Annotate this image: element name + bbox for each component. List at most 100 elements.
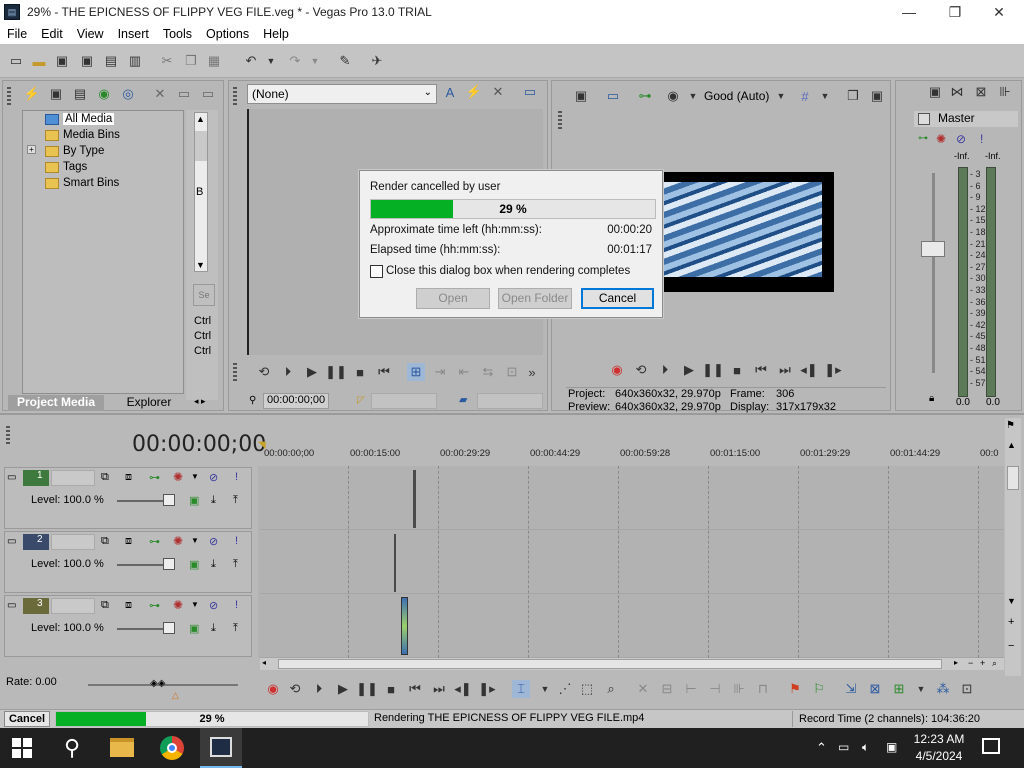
trimmer-timecode[interactable]: 00:00:00;00 — [263, 393, 329, 409]
trim-end-icon[interactable]: ⊣ — [706, 680, 724, 698]
trimmer-tool-1-icon[interactable]: ⇥ — [431, 363, 449, 381]
quality-dropdown-icon[interactable]: ▼ — [772, 87, 790, 105]
menu-insert[interactable]: Insert — [111, 27, 156, 41]
track-lane-2[interactable] — [260, 530, 1004, 594]
go-to-start-icon[interactable]: ⏮ — [375, 363, 393, 381]
zoom-tool-icon[interactable]: ⌕ — [992, 658, 997, 669]
panel-grip[interactable] — [558, 111, 562, 131]
scroll-thumb[interactable] — [1007, 466, 1019, 490]
prev-marker-icon[interactable]: ⏮ — [752, 361, 770, 379]
tree-item-all-media[interactable]: All Media — [45, 111, 115, 127]
scroll-up-icon[interactable]: ▲ — [196, 114, 205, 124]
level-slider-handle[interactable] — [163, 622, 175, 634]
video-event-2[interactable] — [394, 534, 396, 592]
gear-dropdown-icon[interactable]: ▼ — [191, 536, 199, 545]
preview-properties-icon[interactable]: ▣ — [572, 87, 590, 105]
tree-item-by-type[interactable]: By Type — [45, 143, 104, 159]
play-from-start-icon[interactable]: ⏵ — [279, 363, 297, 381]
trimmer-select-icon[interactable]: ⊞ — [407, 363, 425, 381]
file-explorer-icon[interactable] — [110, 738, 134, 757]
scroll-down-icon[interactable]: ▼ — [1007, 596, 1016, 606]
tree-item-smart-bins[interactable]: Smart Bins — [45, 175, 119, 191]
stop-icon[interactable]: ■ — [351, 363, 369, 381]
chrome-icon[interactable] — [160, 736, 184, 760]
copy-icon[interactable]: ❐ — [182, 52, 200, 70]
remove-media-icon[interactable]: ✕ — [151, 85, 169, 103]
master-solo-icon[interactable]: ! — [980, 132, 983, 146]
master-fx-icon[interactable]: ⊶ — [918, 133, 928, 144]
scroll-up-icon[interactable]: ▲ — [1007, 440, 1016, 450]
master-mix-icon[interactable]: ⊠ — [972, 83, 990, 101]
media-fx-icon[interactable]: ▭ — [199, 85, 217, 103]
web-icon[interactable]: ◉ — [95, 85, 113, 103]
menu-help[interactable]: Help — [256, 27, 296, 41]
track-header-1[interactable]: ▭ 1 ⧉ ⧈ ⊶ ✺ ▼ ⊘ ! Level: 100.0 % ▣ ⤓ ⤒ — [4, 467, 252, 529]
master-bypass-icon[interactable]: ⋈ — [948, 83, 966, 101]
overlays-icon[interactable]: ◉ — [664, 87, 682, 105]
show-hidden-icons-icon[interactable]: ⌃ — [816, 740, 827, 756]
track-mute-icon[interactable]: ⊘ — [209, 535, 218, 548]
track-gear-icon[interactable]: ✺ — [173, 470, 183, 484]
lock-icon[interactable]: ⊓ — [754, 680, 772, 698]
tree-item-tags[interactable]: Tags — [45, 159, 87, 175]
tab-project-media[interactable]: Project Media — [8, 395, 104, 411]
dropdown-arrow-icon[interactable]: ▼ — [912, 680, 930, 698]
video-event-1[interactable] — [413, 470, 416, 528]
preview-loop-icon[interactable]: ⟲ — [632, 361, 650, 379]
search-icon[interactable]: ⚲ — [58, 734, 86, 762]
preview-stop-icon[interactable]: ■ — [728, 361, 746, 379]
track-name-field[interactable] — [51, 598, 95, 614]
open-button[interactable]: Open — [416, 288, 490, 309]
preview-play-icon[interactable]: ▶ — [680, 361, 698, 379]
zoom-in-h-icon[interactable]: + — [980, 658, 985, 668]
render-as-icon[interactable]: ▤ — [102, 52, 120, 70]
track-lane-3[interactable] — [260, 594, 1004, 658]
ripple-dropdown-icon[interactable]: ⊞ — [890, 680, 908, 698]
zoom-out-h-icon[interactable]: − — [968, 658, 973, 668]
timeline-horizontal-scrollbar[interactable]: ◂ ▸ − + ⌕ — [260, 658, 1004, 670]
next-frame-icon[interactable]: ❚▸ — [478, 680, 496, 698]
properties-icon[interactable]: ▥ — [126, 52, 144, 70]
track-motion-icon[interactable]: ⧉ — [101, 599, 109, 612]
normal-edit-tool-icon[interactable]: ⌶ — [512, 680, 530, 698]
marker-flag-icon[interactable]: ⚑ — [1006, 420, 1015, 431]
auto-ripple-icon[interactable]: ⇲ — [842, 680, 860, 698]
track-mute-icon[interactable]: ⊘ — [209, 599, 218, 612]
trimmer-media-dropdown[interactable]: (None) ⌄ — [247, 84, 437, 104]
enable-snapping-icon[interactable]: ✎ — [336, 52, 354, 70]
selection-tool-icon[interactable]: ⬚ — [578, 680, 596, 698]
network-icon[interactable]: ▭ — [838, 740, 849, 754]
volume-muted-icon[interactable]: 🔈︎ — [862, 740, 869, 755]
trimmer-fx-icon[interactable]: ⚡ — [465, 83, 483, 101]
media-properties-icon[interactable]: ▭ — [175, 85, 193, 103]
trimmer-region-icon[interactable]: ▰ — [459, 393, 467, 406]
more-arrows-icon[interactable]: » — [523, 363, 541, 381]
panel-grip[interactable] — [233, 87, 237, 107]
maximize-button[interactable]: ❐ — [932, 0, 978, 24]
track-name-field[interactable] — [51, 470, 95, 486]
track-minimize-icon[interactable]: ▭ — [7, 600, 16, 611]
gear-dropdown-icon[interactable]: ▼ — [191, 600, 199, 609]
video-frame[interactable] — [664, 172, 834, 292]
insert-region-icon[interactable]: ⚐ — [810, 680, 828, 698]
preview-play-from-start-icon[interactable]: ⏵ — [656, 361, 674, 379]
pause-icon[interactable]: ❚❚ — [325, 363, 347, 381]
grid-icon[interactable]: # — [796, 87, 814, 105]
tab-scroll-arrows-icon[interactable]: ◂ ▸ — [194, 396, 206, 407]
scroll-thumb[interactable] — [195, 131, 207, 161]
redo-dropdown-icon[interactable]: ▼ — [306, 52, 324, 70]
overlays-dropdown-icon[interactable]: ▼ — [684, 87, 702, 105]
loop-playback-icon[interactable]: ⟲ — [286, 680, 304, 698]
minimize-button[interactable]: — — [886, 0, 932, 24]
compositing-icon[interactable]: ⊶ — [149, 599, 160, 612]
display-icon[interactable]: ▣ — [886, 740, 897, 754]
compositing-icon[interactable]: ⊶ — [149, 471, 160, 484]
lock-envelopes-icon[interactable]: ⊡ — [958, 680, 976, 698]
side-box[interactable]: Se — [193, 284, 215, 306]
trimmer-text-icon[interactable]: A — [441, 83, 459, 101]
split-screen-icon[interactable]: ⊶ — [636, 87, 654, 105]
panel-grip[interactable] — [7, 87, 11, 107]
clock-date[interactable]: 4/5/2024 — [904, 749, 974, 763]
paste-icon[interactable]: ▦ — [205, 52, 223, 70]
play-from-start-icon[interactable]: ⏵ — [310, 680, 328, 698]
